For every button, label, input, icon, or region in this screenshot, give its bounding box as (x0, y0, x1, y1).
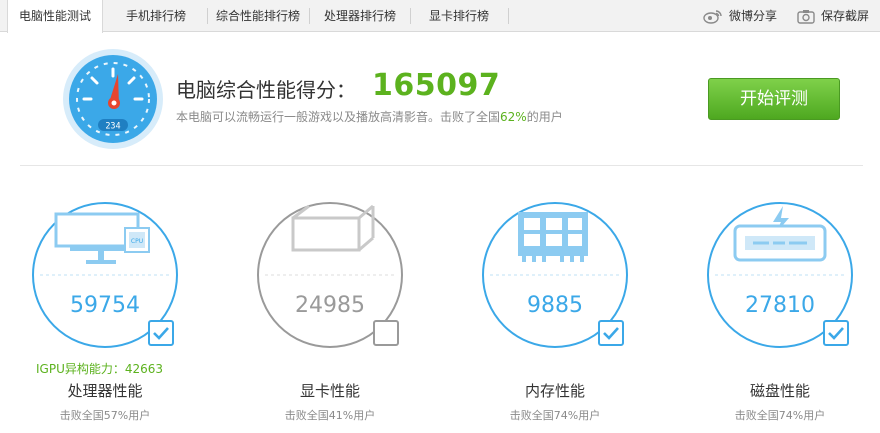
tab-pc-benchmark[interactable]: 电脑性能测试 (7, 0, 103, 33)
cpu-include-checkbox[interactable] (148, 320, 174, 346)
beat-percentage: 62% (500, 110, 527, 124)
overall-score-description: 本电脑可以流畅运行一般游戏以及播放高清影音。击败了全国62%的用户 (176, 108, 563, 125)
gpu-score: 24985 (295, 293, 365, 318)
gpu-beat-text: 击败全国41%用户 (284, 409, 376, 422)
description-text: 本电脑可以流畅运行一般游戏以及播放高清影音。击败了全国 (176, 110, 501, 124)
svg-text:CPU: CPU (131, 238, 143, 245)
disk-score: 27810 (745, 293, 815, 318)
weibo-share-button[interactable]: 微博分享 (703, 0, 777, 32)
tab-phone-ranking[interactable]: 手机排行榜 (112, 0, 200, 32)
overall-score-value: 165097 (372, 68, 501, 103)
tab-separator (309, 8, 310, 24)
tab-separator (508, 8, 509, 24)
description-suffix: 的用户 (526, 110, 563, 124)
save-screenshot-button[interactable]: 保存截屏 (797, 0, 869, 32)
cpu-beat-text: 击败全国57%用户 (59, 409, 151, 422)
tab-overall-ranking[interactable]: 综合性能排行榜 (210, 0, 306, 32)
gpu-include-checkbox[interactable] (373, 320, 399, 346)
tab-cpu-ranking[interactable]: 处理器排行榜 (312, 0, 408, 32)
disk-beat-text: 击败全国74%用户 (734, 409, 826, 422)
speedometer-icon: 234 (62, 48, 164, 150)
cpu-score: 59754 (70, 293, 140, 318)
checkmark-icon (828, 327, 844, 340)
gpu-performance-title: 显卡性能 (299, 382, 360, 400)
overall-score-label: 电脑综合性能得分： (176, 78, 356, 102)
weibo-share-label: 微博分享 (729, 9, 778, 23)
memory-beat-text: 击败全国74%用户 (509, 409, 601, 422)
tab-separator (207, 8, 208, 24)
igpu-heterogeneous-score: IGPU异构能力：42663 (36, 362, 164, 376)
tab-separator (410, 8, 411, 24)
disk-performance-title: 磁盘性能 (749, 382, 810, 400)
section-divider (20, 165, 863, 166)
memory-chip-icon (518, 212, 588, 262)
tab-gpu-ranking[interactable]: 显卡排行榜 (414, 0, 504, 32)
cpu-performance-title: 处理器性能 (67, 382, 143, 400)
weibo-icon (703, 8, 723, 24)
checkmark-icon (603, 327, 619, 340)
start-benchmark-button[interactable]: 开始评测 (708, 78, 840, 120)
memory-score: 9885 (527, 293, 583, 318)
gauge-readout: 234 (105, 122, 120, 132)
memory-include-checkbox[interactable] (598, 320, 624, 346)
disk-include-checkbox[interactable] (823, 320, 849, 346)
save-screenshot-label: 保存截屏 (821, 9, 870, 23)
camera-icon (797, 9, 815, 24)
tab-bar: 电脑性能测试 手机排行榜 综合性能排行榜 处理器排行榜 显卡排行榜 微博分享 保… (0, 0, 880, 33)
memory-performance-title: 内存性能 (524, 382, 585, 400)
checkmark-icon (153, 327, 169, 340)
